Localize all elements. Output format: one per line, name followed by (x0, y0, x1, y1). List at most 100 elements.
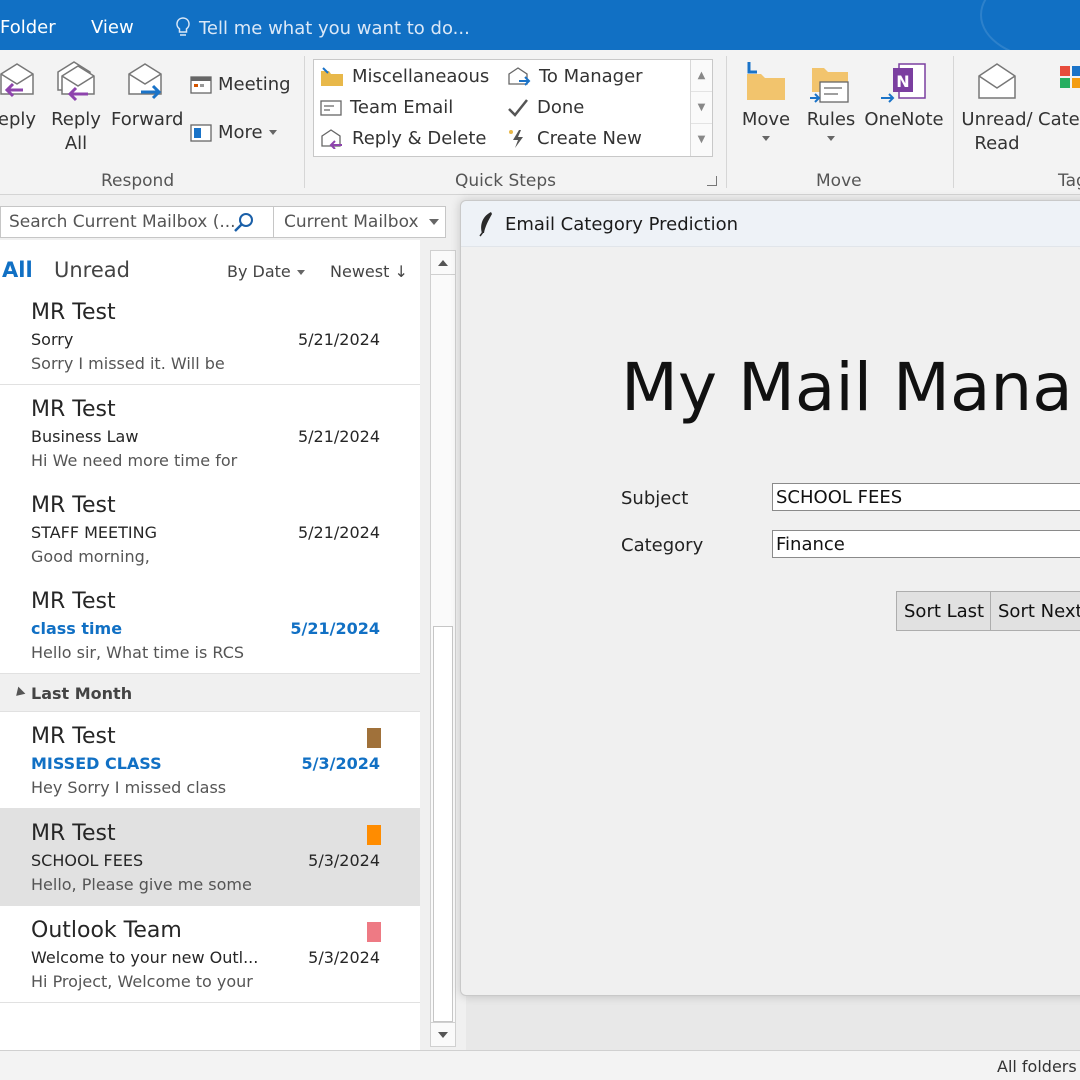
search-scope-dropdown[interactable]: Current Mailbox (284, 212, 419, 232)
forward-label: Forward (111, 109, 184, 130)
unread-read-button[interactable]: Unread/ Read (960, 60, 1034, 156)
message-date: 5/21/2024 (297, 330, 380, 349)
reading-pane-background (466, 996, 1080, 1050)
chevron-down-icon (762, 136, 770, 141)
meeting-button[interactable]: Meeting (190, 74, 291, 95)
meeting-icon (190, 75, 212, 94)
quick-step-to-manager[interactable]: To Manager (507, 66, 643, 87)
sort-by-dropdown[interactable]: By Date (227, 262, 305, 281)
ribbon-separator (304, 56, 305, 188)
quick-step-team-email[interactable]: Team Email (320, 97, 453, 118)
tags-group-label: Tag (1058, 171, 1080, 191)
unread-label-1: Unread/ (961, 109, 1033, 130)
quick-step-label: Done (537, 97, 585, 118)
expand-gallery-icon[interactable]: ▼ (691, 124, 712, 156)
dialog-launcher-icon[interactable] (707, 176, 717, 186)
tab-view[interactable]: View (91, 17, 134, 38)
checkmark-icon (508, 98, 528, 117)
forward-icon (128, 63, 162, 100)
message-subject: Sorry (31, 330, 74, 349)
ribbon-separator (726, 56, 727, 188)
reply-all-button[interactable]: Reply All (48, 60, 104, 156)
list-item[interactable]: MR Test Sorry 5/21/2024 Sorry I missed i… (0, 288, 420, 385)
tell-me-box[interactable]: Tell me what you want to do... (175, 17, 470, 39)
message-sender: MR Test (31, 397, 116, 422)
list-item[interactable]: MR Test STAFF MEETING 5/21/2024 Good mor… (0, 481, 420, 578)
quick-step-label: Miscellaneaous (352, 66, 490, 87)
group-label: Last Month (31, 684, 133, 703)
reply-button[interactable]: eply (0, 60, 42, 132)
onenote-button[interactable]: N OneNote (864, 60, 944, 132)
quick-step-reply-delete[interactable]: Reply & Delete (320, 128, 486, 149)
scroll-down-icon[interactable]: ▼ (691, 92, 712, 124)
move-button[interactable]: Move (738, 60, 794, 141)
move-group-label: Move (816, 171, 862, 191)
quick-step-done[interactable]: Done (507, 97, 584, 118)
message-list-scrollbar[interactable] (430, 250, 456, 1047)
message-date: 5/3/2024 (308, 948, 380, 967)
quick-step-label: Create New (537, 128, 642, 149)
more-button[interactable]: More (190, 122, 277, 143)
subject-label: Subject (621, 488, 689, 509)
message-preview: Hi Project, Welcome to your (31, 972, 253, 991)
scroll-up-icon[interactable]: ▲ (691, 60, 712, 92)
filter-all[interactable]: All (2, 258, 33, 282)
filter-unread[interactable]: Unread (54, 258, 130, 282)
message-subject: STAFF MEETING (31, 523, 158, 542)
message-subject: SCHOOL FEES (31, 851, 144, 870)
categorize-icon (1060, 66, 1080, 88)
rules-button[interactable]: Rules (804, 60, 858, 141)
reply-icon (0, 63, 34, 98)
category-flag-icon (367, 825, 381, 845)
list-item-selected[interactable]: MR Test SCHOOL FEES 5/3/2024 Hello, Plea… (0, 809, 420, 906)
search-icon[interactable] (233, 212, 255, 234)
dialog-titlebar[interactable]: Email Category Prediction (461, 201, 1080, 247)
reply-all-label-2: All (64, 133, 88, 154)
message-subject: class time (31, 619, 123, 638)
quick-step-create-new[interactable]: Create New (507, 128, 642, 149)
chevron-down-icon[interactable] (429, 219, 439, 225)
collapse-triangle-icon[interactable] (12, 686, 26, 700)
chevron-down-icon (268, 130, 277, 135)
search-bar: Search Current Mailbox (... Current Mail… (0, 206, 446, 238)
app-heading: My Mail Mana (621, 349, 1073, 426)
list-item[interactable]: MR Test Business Law 5/21/2024 Hi We nee… (0, 385, 420, 482)
forward-mail-icon (508, 66, 531, 86)
categorize-button[interactable]: Categ (1038, 60, 1080, 132)
lightbulb-icon (176, 17, 190, 36)
group-header-last-month[interactable]: Last Month (0, 674, 420, 712)
message-date: 5/21/2024 (297, 523, 380, 542)
sort-order-toggle[interactable]: Newest ↓ (330, 262, 408, 281)
message-subject: Business Law (31, 427, 139, 446)
scrollbar-thumb[interactable] (433, 626, 453, 1022)
status-folders-text: All folders (997, 1057, 1077, 1076)
forward-button[interactable]: Forward (111, 60, 183, 132)
message-sender: MR Test (31, 821, 116, 846)
message-preview: Hello, Please give me some (31, 875, 252, 894)
scroll-up-icon[interactable] (431, 251, 455, 275)
list-item[interactable]: MR Test class time 5/21/2024 Hello sir, … (0, 577, 420, 674)
category-field[interactable] (772, 530, 1080, 558)
subject-field[interactable] (772, 483, 1080, 511)
onenote-label: OneNote (864, 109, 944, 130)
message-subject: MISSED CLASS (31, 754, 162, 773)
message-preview: Hey Sorry I missed class (31, 778, 227, 797)
message-sender: MR Test (31, 300, 116, 325)
tab-folder[interactable]: Folder (0, 17, 56, 38)
scroll-down-icon[interactable] (431, 1022, 455, 1046)
search-input[interactable]: Search Current Mailbox (... (9, 212, 236, 232)
message-list: All Unread By Date Newest ↓ MR Test Sorr… (0, 240, 420, 1060)
sort-last-button[interactable]: Sort Last (896, 591, 993, 631)
email-icon (320, 99, 342, 116)
quick-steps-scrollbar[interactable]: ▲ ▼ ▼ (690, 60, 712, 156)
svg-text:N: N (896, 72, 909, 91)
quick-step-miscellaneous[interactable]: Miscellaneaous (320, 66, 489, 87)
message-preview: Sorry I missed it. Will be (31, 354, 225, 373)
list-item[interactable]: Outlook Team Welcome to your new Outl...… (0, 906, 420, 1003)
sort-next-button[interactable]: Sort Next (990, 591, 1080, 631)
list-item[interactable]: MR Test MISSED CLASS 5/3/2024 Hey Sorry … (0, 712, 420, 809)
feather-icon (479, 212, 492, 237)
move-folder-icon (747, 62, 785, 100)
status-bar: All folders (0, 1050, 1080, 1080)
rules-label: Rules (806, 109, 856, 130)
